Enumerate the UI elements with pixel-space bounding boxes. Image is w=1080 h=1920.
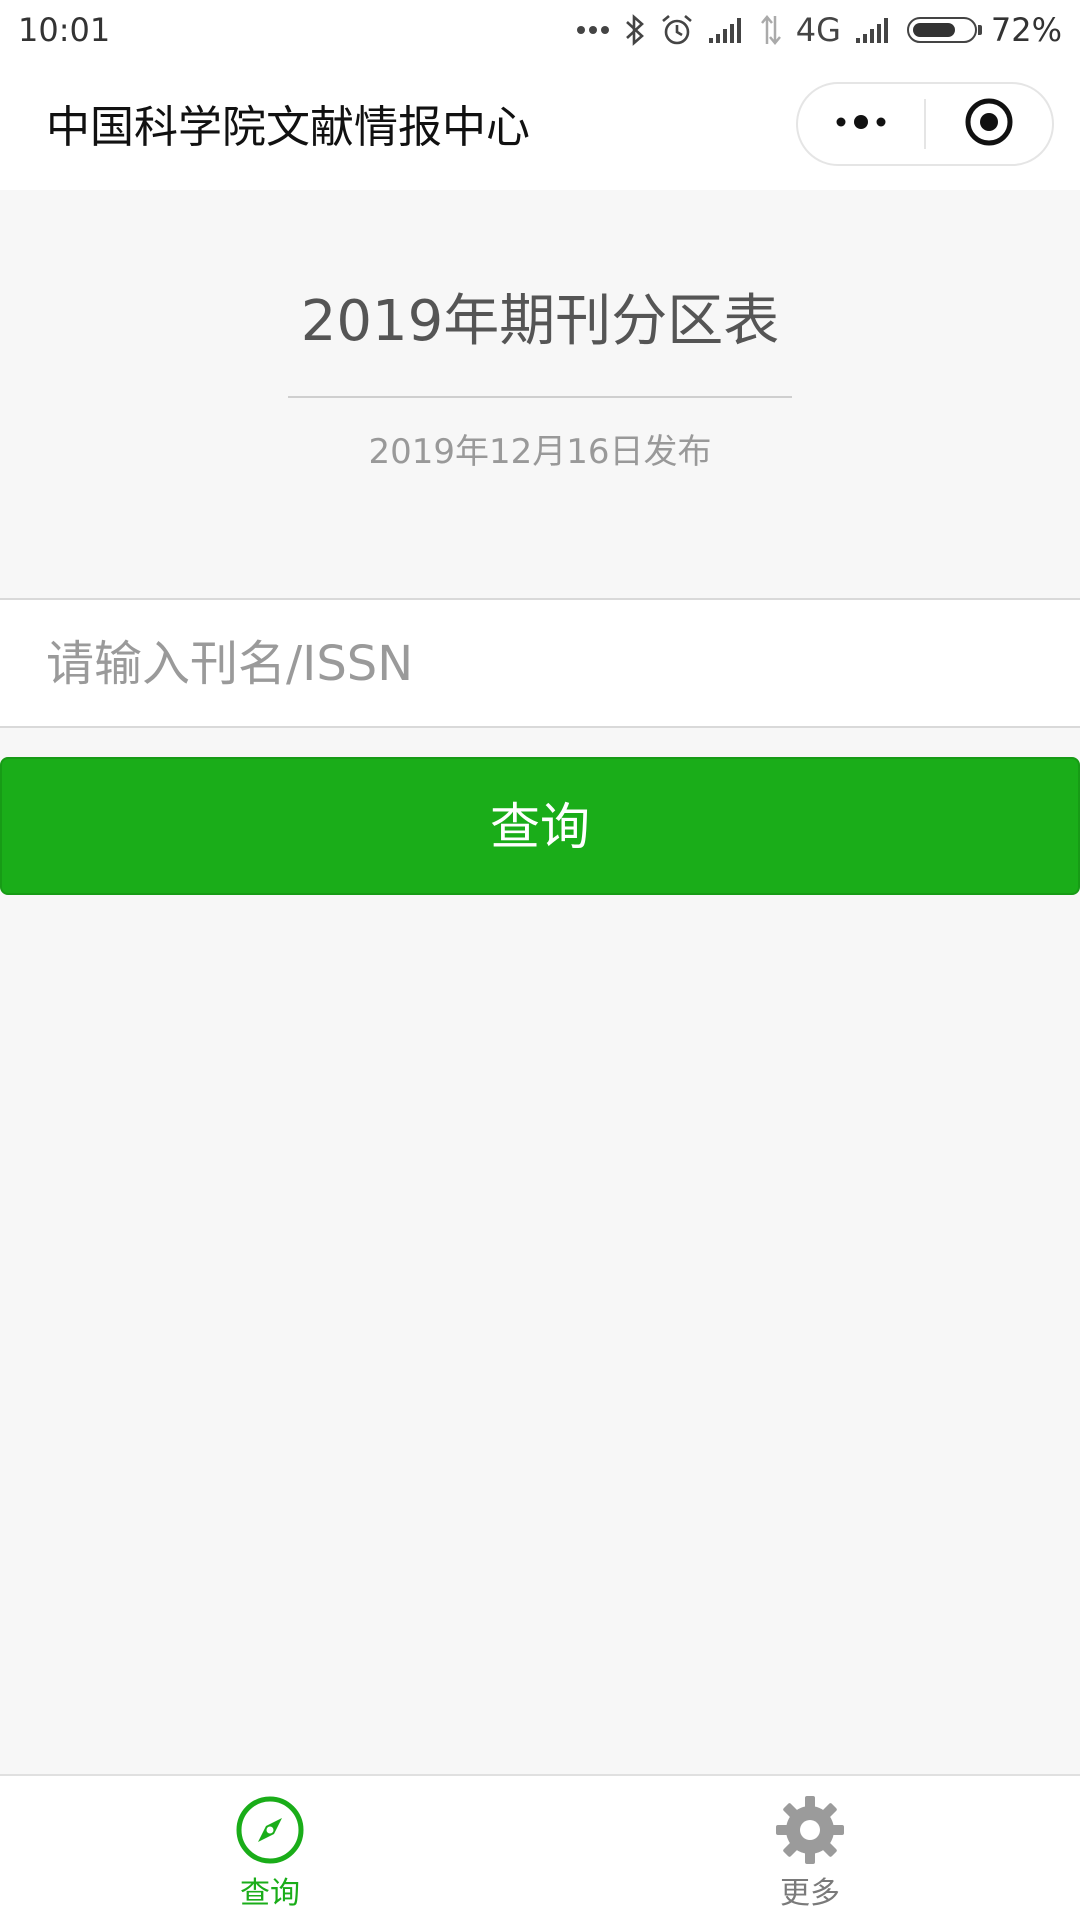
- tab-more[interactable]: 更多: [540, 1776, 1080, 1920]
- nav-bar: 中国科学院文献情报中心: [0, 64, 1080, 190]
- status-time: 10:01: [18, 11, 111, 49]
- tab-bar: 查询 更多: [0, 1774, 1080, 1920]
- network-type: 4G: [795, 11, 841, 49]
- battery-percent: 72%: [990, 11, 1062, 49]
- tab-query-label: 查询: [240, 1876, 300, 1911]
- close-miniprogram-icon: [964, 97, 1014, 151]
- query-button[interactable]: 查询: [0, 757, 1080, 895]
- more-options-icon: [834, 114, 888, 134]
- gear-icon: [774, 1794, 846, 1866]
- battery-icon: [906, 17, 982, 43]
- more-options-button[interactable]: [798, 84, 924, 164]
- nav-title: 中国科学院文献情报中心: [46, 102, 530, 153]
- page-title: 2019年期刊分区表: [300, 289, 780, 354]
- search-row: [0, 598, 1080, 728]
- title-divider: [288, 396, 792, 398]
- tab-query[interactable]: 查询: [0, 1776, 540, 1920]
- compass-icon: [234, 1794, 306, 1866]
- status-bar: 10:01 4G 72%: [0, 0, 1080, 64]
- alarm-icon: [660, 13, 694, 47]
- tab-more-label: 更多: [780, 1876, 840, 1911]
- signal-icon: [855, 16, 893, 44]
- close-miniprogram-button[interactable]: [926, 84, 1052, 164]
- battery-fill: [912, 23, 955, 37]
- publish-date: 2019年12月16日发布: [368, 432, 712, 472]
- bluetooth-icon: [624, 13, 646, 47]
- more-dots-icon: [576, 25, 610, 35]
- signal-icon: [708, 16, 746, 44]
- search-input[interactable]: [46, 622, 1036, 706]
- data-transfer-icon: [760, 14, 782, 46]
- miniprogram-capsule: [796, 82, 1054, 166]
- status-icons: 4G 72%: [576, 8, 1062, 52]
